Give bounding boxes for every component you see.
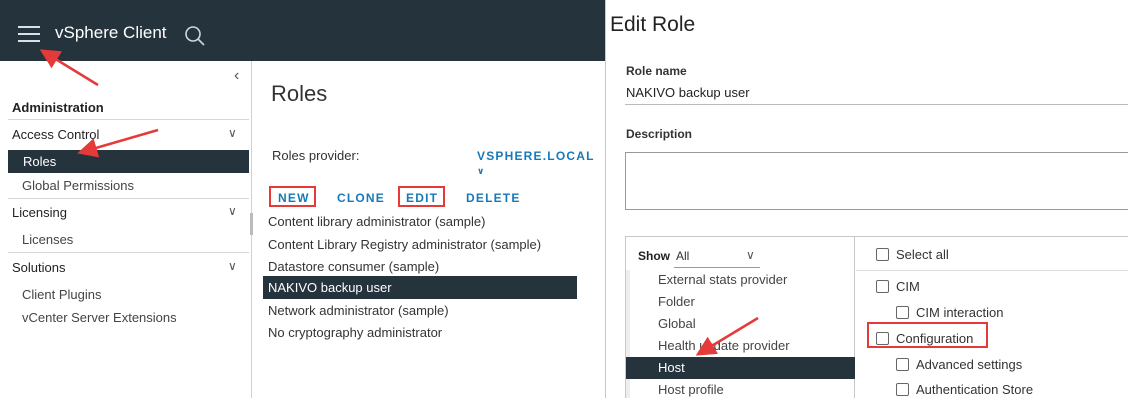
sidebar-item-label: Roles — [23, 154, 57, 169]
category-item[interactable]: Health update provider — [626, 335, 855, 357]
role-name-input[interactable] — [625, 80, 1128, 105]
cim-interaction-checkbox[interactable]: CIM interaction — [896, 305, 1003, 320]
checkbox-label: CIM — [896, 279, 920, 294]
list-item[interactable]: Datastore consumer (sample) — [263, 255, 577, 278]
category-item[interactable]: External stats provider — [626, 269, 855, 291]
chevron-down-icon[interactable]: ∨ — [228, 204, 237, 218]
sidebar: ‹ Administration Access Control ∨ Roles … — [0, 61, 252, 398]
description-label: Description — [626, 127, 693, 141]
category-item-selected[interactable]: Host — [626, 357, 855, 379]
divider — [856, 270, 1128, 271]
roles-provider-label: Roles provider: — [272, 148, 360, 163]
list-item[interactable]: Network administrator (sample) — [263, 299, 577, 322]
chevron-down-icon[interactable]: ∨ — [228, 259, 237, 273]
divider — [8, 119, 249, 120]
category-item[interactable]: Host profile — [626, 379, 855, 398]
checkbox-label: Advanced settings — [916, 357, 1023, 372]
vsphere-window: vSphere Client ‹ Administration Access C… — [0, 0, 606, 398]
delete-role-button[interactable]: DELETE — [466, 191, 521, 205]
sidebar-group-solutions[interactable]: Solutions — [12, 260, 65, 275]
dialog-title: Edit Role — [610, 13, 696, 36]
checkbox-icon — [896, 383, 909, 396]
top-nav-bar: vSphere Client — [0, 0, 605, 61]
sidebar-item-vcenter-server-extensions[interactable]: vCenter Server Extensions — [22, 310, 177, 325]
new-role-button[interactable]: NEW — [278, 191, 310, 205]
category-item[interactable]: Folder — [626, 291, 855, 313]
sidebar-group-access-control[interactable]: Access Control — [12, 127, 99, 142]
edit-role-dialog: Edit Role Role name Description Show All… — [606, 0, 1128, 398]
configuration-checkbox[interactable]: Configuration — [876, 331, 973, 346]
checkbox-icon — [896, 306, 909, 319]
show-filter-select[interactable]: All ∨ — [674, 246, 760, 268]
roles-content: Roles Roles provider: VSPHERE.LOCAL ∨ NE… — [250, 61, 605, 398]
checkbox-icon — [876, 248, 889, 261]
search-icon[interactable] — [184, 25, 206, 47]
checkbox-label: Configuration — [896, 331, 974, 346]
category-item[interactable]: Global — [626, 313, 855, 335]
scrollbar[interactable] — [250, 213, 253, 235]
authentication-store-checkbox[interactable]: Authentication Store — [896, 382, 1033, 397]
chevron-down-icon: ∨ — [477, 166, 486, 176]
app-title: vSphere Client — [55, 23, 167, 42]
list-item[interactable]: Content library administrator (sample) — [263, 210, 577, 233]
chevron-down-icon: ∨ — [746, 248, 755, 262]
list-item[interactable]: No cryptography administrator — [263, 321, 577, 344]
advanced-settings-checkbox[interactable]: Advanced settings — [896, 357, 1022, 372]
chevron-down-icon[interactable]: ∨ — [228, 126, 237, 140]
sidebar-item-licenses[interactable]: Licenses — [22, 232, 73, 247]
checkbox-label: Authentication Store — [916, 382, 1034, 397]
list-item[interactable]: Content Library Registry administrator (… — [263, 233, 577, 256]
sidebar-item-roles[interactable]: Roles — [8, 150, 249, 173]
cim-checkbox[interactable]: CIM — [876, 279, 920, 294]
roles-provider-value: VSPHERE.LOCAL — [477, 149, 595, 163]
privileges-panel: Show All ∨ External stats provider Folde… — [625, 236, 1128, 398]
show-filter-value: All — [676, 249, 690, 263]
checkbox-label: CIM interaction — [916, 305, 1004, 320]
checkbox-icon — [896, 358, 909, 371]
page-title: Roles — [271, 81, 328, 106]
sidebar-group-licensing[interactable]: Licensing — [12, 205, 67, 220]
checkbox-icon — [876, 332, 889, 345]
list-item-selected[interactable]: NAKIVO backup user — [263, 276, 577, 299]
checkbox-icon — [876, 280, 889, 293]
show-label: Show — [638, 249, 670, 263]
sidebar-item-client-plugins[interactable]: Client Plugins — [22, 287, 102, 302]
role-name-label: Role name — [626, 64, 687, 78]
hamburger-menu-icon[interactable] — [18, 26, 40, 42]
sidebar-item-global-permissions[interactable]: Global Permissions — [22, 178, 134, 193]
privilege-tree: Select all CIM CIM interaction Configura… — [856, 237, 1128, 398]
collapse-sidebar-icon[interactable]: ‹ — [234, 67, 239, 85]
divider — [8, 198, 249, 199]
category-list: Show All ∨ External stats provider Folde… — [626, 237, 855, 398]
description-textarea[interactable] — [625, 152, 1128, 210]
clone-role-button[interactable]: CLONE — [337, 191, 385, 205]
edit-role-button[interactable]: EDIT — [406, 191, 438, 205]
roles-provider-dropdown[interactable]: VSPHERE.LOCAL ∨ — [477, 149, 605, 177]
sidebar-section-administration: Administration — [12, 100, 104, 115]
select-all-checkbox[interactable]: Select all — [876, 247, 949, 262]
checkbox-label: Select all — [896, 247, 949, 262]
divider — [8, 252, 249, 253]
